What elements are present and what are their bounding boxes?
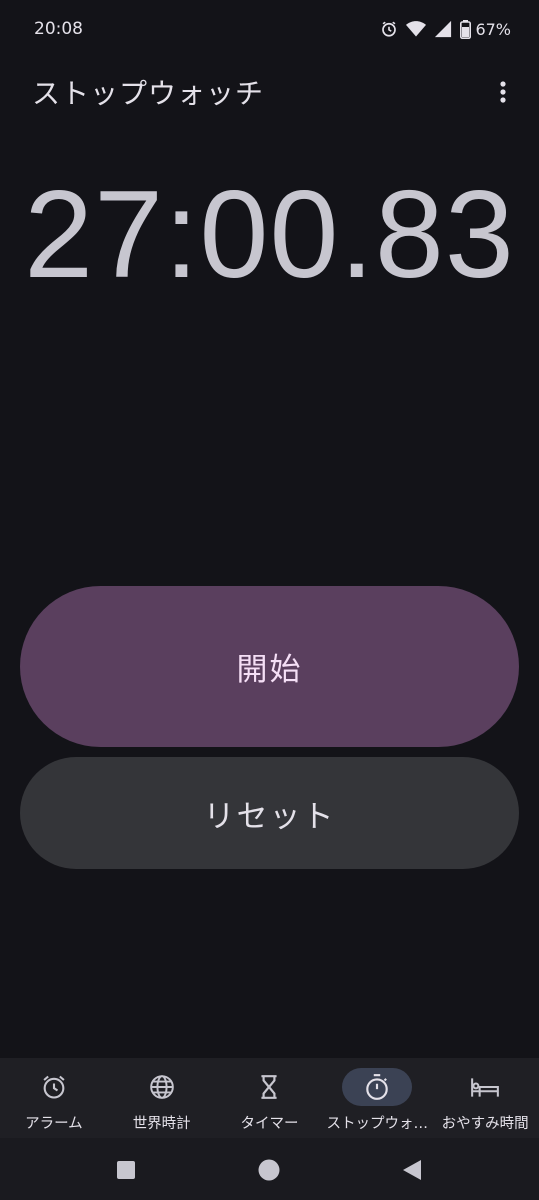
bed-icon <box>471 1078 499 1097</box>
stopwatch-time[interactable]: 27:00.83 <box>0 160 539 310</box>
alarm-icon <box>43 1075 65 1099</box>
back-button[interactable] <box>400 1158 424 1182</box>
circle-icon <box>258 1159 280 1181</box>
bottom-navigation: アラーム 世界時計 タイマー ストップウォ… おやすみ時間 <box>0 1058 539 1138</box>
stopwatch-icon <box>366 1074 389 1100</box>
status-time: 20:08 <box>34 19 83 39</box>
app-bar: ストップウォッチ <box>0 62 539 122</box>
page-title: ストップウォッチ <box>32 77 265 110</box>
nav-icon-container-active <box>342 1068 413 1106</box>
triangle-back-icon <box>403 1160 421 1180</box>
nav-icon-container <box>127 1068 197 1106</box>
stopwatch-screen: 20:08 67% ストップウォッチ 27:00.83 開始 リセット アラーム… <box>0 0 539 1200</box>
more-options-button[interactable] <box>487 72 519 112</box>
nav-label: アラーム <box>25 1116 83 1132</box>
globe-icon <box>149 1075 174 1099</box>
nav-item-world-clock[interactable]: 世界時計 <box>108 1058 216 1138</box>
system-navigation-bar <box>0 1138 539 1200</box>
battery-icon <box>460 19 472 39</box>
hourglass-icon <box>261 1075 278 1099</box>
nav-item-bedtime[interactable]: おやすみ時間 <box>431 1058 539 1138</box>
nav-item-alarm[interactable]: アラーム <box>0 1058 108 1138</box>
nav-label: タイマー <box>240 1116 299 1132</box>
start-button[interactable]: 開始 <box>20 586 519 747</box>
wifi-icon <box>406 20 427 38</box>
nav-label: ストップウォ… <box>326 1116 429 1132</box>
battery-percent: 67% <box>475 19 511 39</box>
status-bar: 20:08 67% <box>0 0 539 58</box>
status-icons: 67% <box>380 19 511 39</box>
reset-button[interactable]: リセット <box>20 757 519 869</box>
nav-icon-container <box>234 1068 304 1106</box>
nav-item-stopwatch[interactable]: ストップウォ… <box>323 1058 431 1138</box>
signal-icon <box>434 20 452 38</box>
square-icon <box>117 1161 135 1179</box>
nav-icon-container <box>450 1068 520 1106</box>
nav-label: おやすみ時間 <box>441 1116 529 1132</box>
recents-button[interactable] <box>114 1158 138 1182</box>
nav-icon-container <box>19 1068 89 1106</box>
home-button[interactable] <box>257 1158 281 1182</box>
nav-item-timer[interactable]: タイマー <box>216 1058 324 1138</box>
alarm-icon <box>380 20 398 38</box>
nav-label: 世界時計 <box>132 1116 191 1132</box>
more-vert-icon <box>500 81 506 103</box>
